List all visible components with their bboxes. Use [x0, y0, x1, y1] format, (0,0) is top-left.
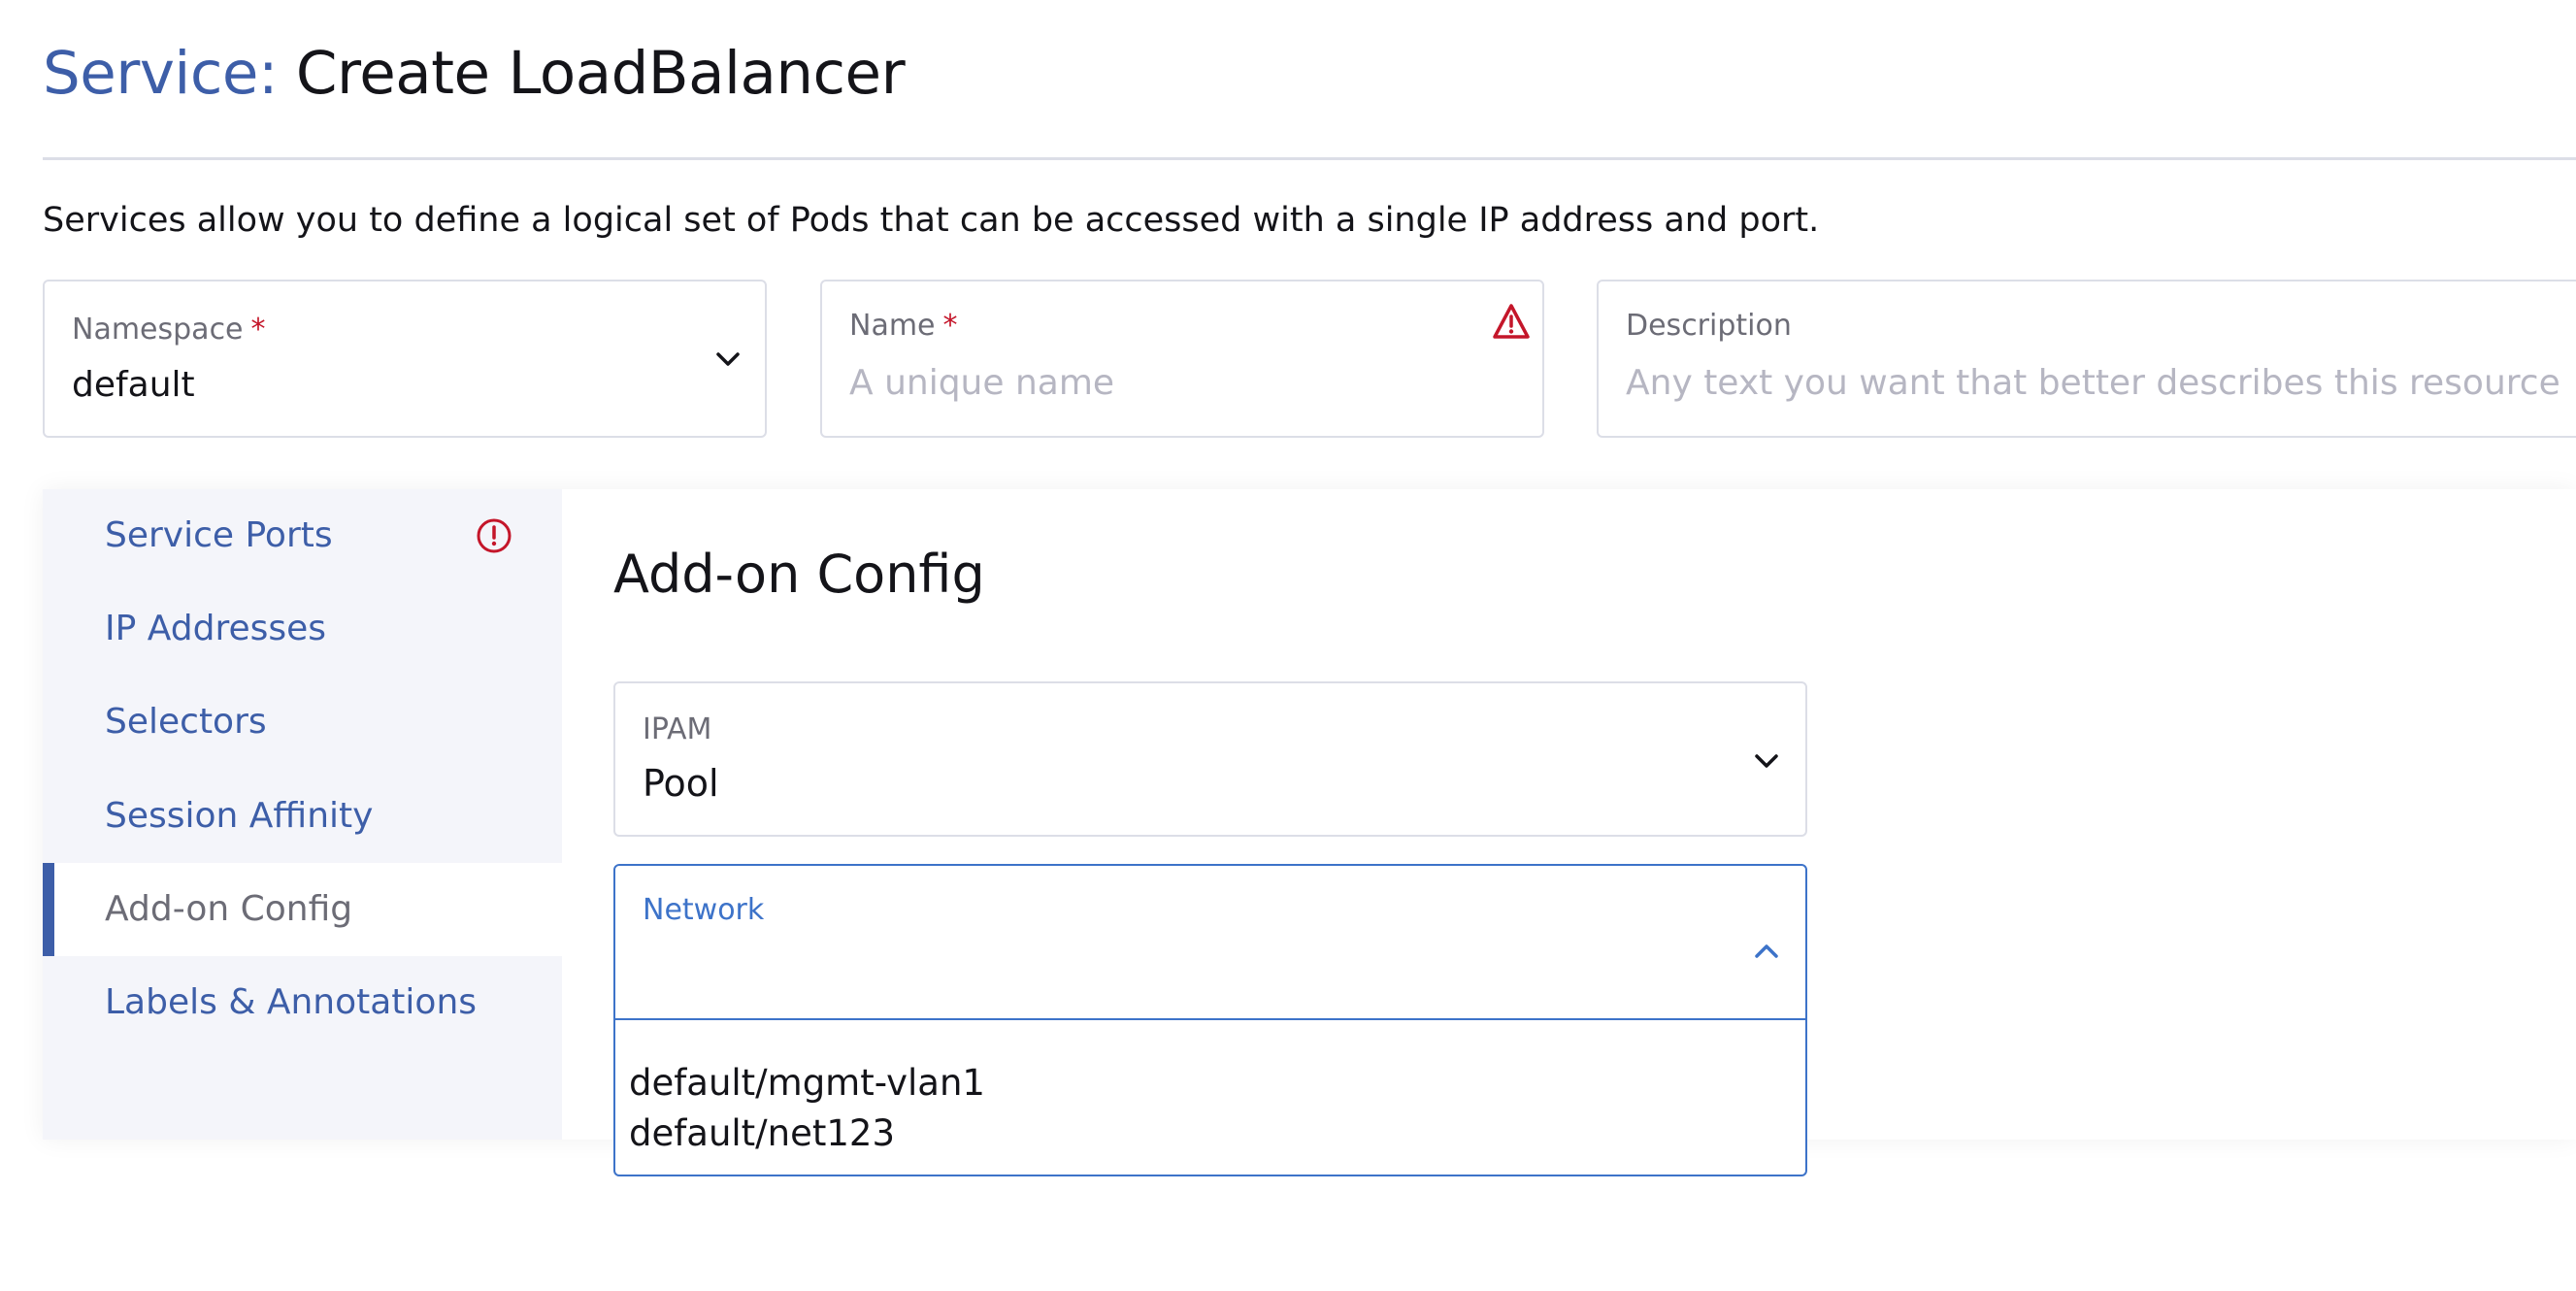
- ipam-select[interactable]: IPAM Pool: [613, 681, 1807, 837]
- tab-session-affinity[interactable]: Session Affinity: [43, 770, 562, 863]
- ipam-label: IPAM: [643, 712, 712, 746]
- tab-service-ports[interactable]: Service Ports: [43, 489, 562, 582]
- create-loadbalancer-page: Service: Create LoadBalancer Services al…: [0, 0, 2576, 1291]
- description-label: Description: [1626, 309, 1792, 343]
- error-icon: [477, 518, 512, 553]
- chevron-up-icon: [1755, 944, 1778, 958]
- tab-selectors[interactable]: Selectors: [43, 676, 562, 769]
- network-option[interactable]: default/mgmt-vlan1: [629, 1058, 985, 1109]
- name-input[interactable]: A unique name: [849, 359, 1114, 408]
- section-title: Add-on Config: [613, 544, 985, 605]
- description-field[interactable]: Description Any text you want that bette…: [1597, 280, 2576, 438]
- network-select[interactable]: Network default/mgmt-vlan1 default/net12…: [613, 864, 1807, 1176]
- network-option[interactable]: default/net123: [629, 1109, 895, 1159]
- name-label: Name *: [849, 309, 958, 343]
- chevron-down-icon: [716, 352, 740, 366]
- page-title-text: Create LoadBalancer: [295, 39, 906, 108]
- page-title: Service: Create LoadBalancer: [43, 35, 906, 113]
- name-field[interactable]: Name * A unique name: [820, 280, 1544, 438]
- page-description: Services allow you to define a logical s…: [43, 201, 1820, 240]
- side-tabs: Service Ports IP Addresses Selectors Ses…: [43, 489, 562, 1140]
- tab-ip-addresses[interactable]: IP Addresses: [43, 582, 562, 676]
- network-label: Network: [643, 893, 765, 927]
- dropdown-divider: [615, 1018, 1805, 1020]
- namespace-label: Namespace *: [72, 313, 266, 347]
- chevron-down-icon: [1755, 754, 1778, 768]
- required-mark: *: [250, 313, 266, 347]
- page-title-kind: Service:: [43, 39, 279, 108]
- ipam-value: Pool: [643, 762, 719, 805]
- title-divider: [43, 157, 2576, 160]
- warning-icon: [1493, 304, 1530, 339]
- namespace-value: default: [72, 365, 195, 405]
- namespace-select[interactable]: Namespace * default: [43, 280, 767, 438]
- description-input[interactable]: Any text you want that better describes …: [1626, 359, 2560, 408]
- tab-labels-annotations[interactable]: Labels & Annotations: [43, 956, 562, 1049]
- required-mark: *: [942, 309, 958, 343]
- tab-add-on-config[interactable]: Add-on Config: [43, 863, 562, 956]
- tabbed-panel: Service Ports IP Addresses Selectors Ses…: [43, 489, 2576, 1176]
